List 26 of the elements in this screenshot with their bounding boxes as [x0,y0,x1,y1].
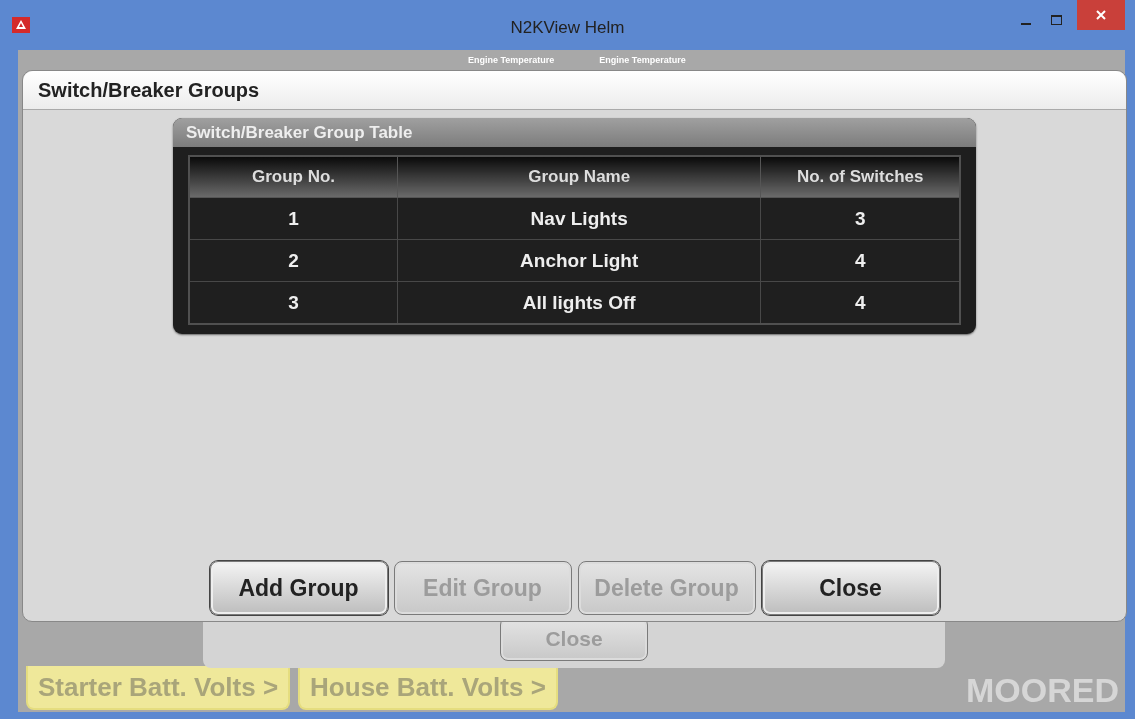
window-title: N2KView Helm [510,18,625,38]
dialog-title: Switch/Breaker Groups [23,71,1126,110]
gauge-label: Engine Temperature [468,55,555,65]
dialog-button[interactable]: Add Group [209,561,388,615]
table-cell: 4 [760,281,960,324]
table-cell: 4 [760,239,960,282]
close-button[interactable] [1077,0,1125,30]
column-header: Group No. [189,156,398,198]
dialog-button[interactable]: Close [761,561,940,615]
column-header: Group Name [397,156,761,198]
table-title: Switch/Breaker Group Table [173,118,976,147]
close-icon [1096,10,1106,20]
gauge-label: Engine Temperature [599,55,686,65]
table-cell: All lights Off [397,281,761,324]
maximize-icon [1050,15,1062,25]
battery-volts-button[interactable]: House Batt. Volts > [298,666,558,710]
table-cell: Anchor Light [397,239,761,282]
table-cell: 1 [189,197,398,240]
battery-volts-button[interactable]: Starter Batt. Volts > [26,666,291,710]
table-cell: Nav Lights [397,197,761,240]
app-logo-icon [12,17,30,33]
column-header: No. of Switches [760,156,960,198]
table-cell: 3 [760,197,960,240]
table-cell: 2 [189,239,398,282]
table-cell: 3 [189,281,398,324]
minimize-icon [1021,23,1031,25]
